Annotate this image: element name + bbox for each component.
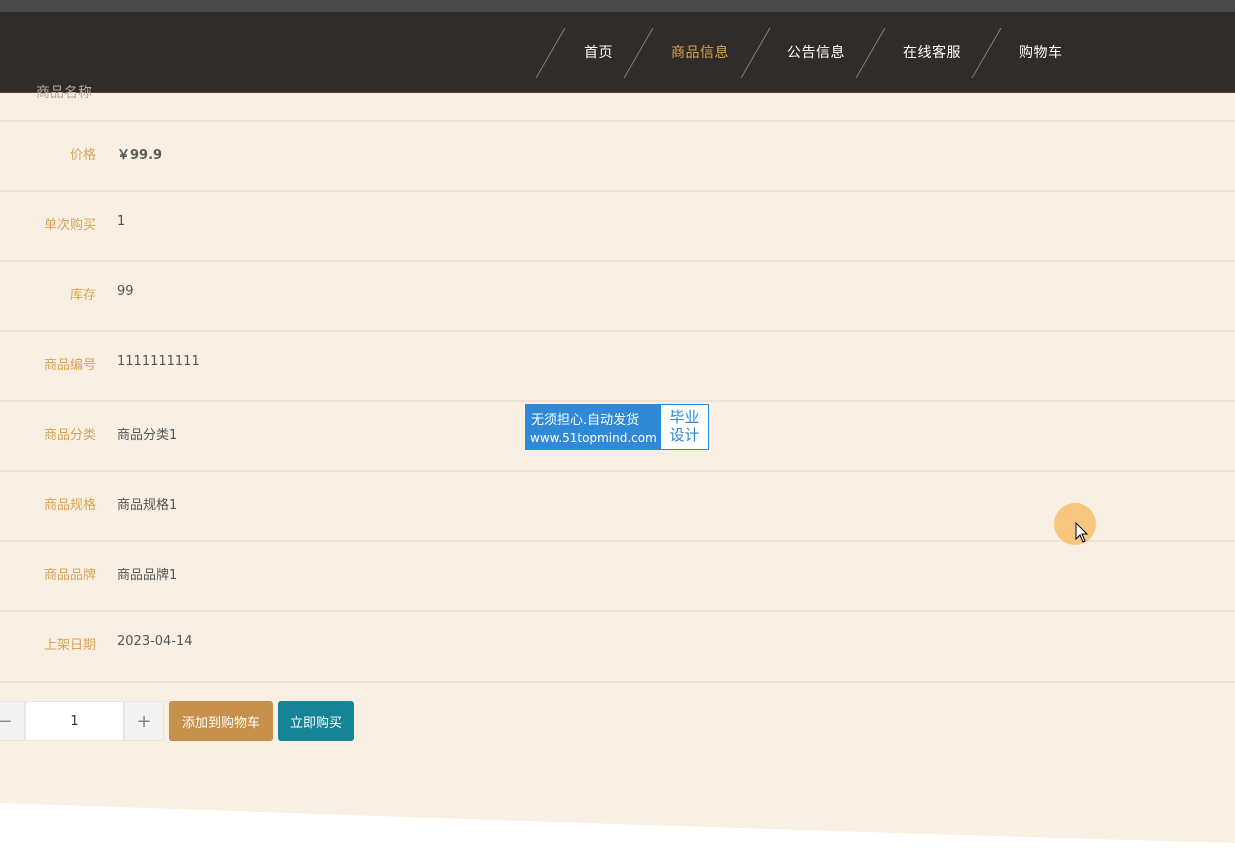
- watermark-badge: 无须担心.自动发货 www.51topmind.com 毕业 设计: [525, 404, 709, 450]
- field-row-price: 价格 ￥99.9: [0, 120, 1235, 190]
- field-value: 1111111111: [117, 354, 200, 369]
- field-label: 库存: [69, 288, 96, 303]
- add-to-cart-button[interactable]: 添加到购物车: [169, 701, 273, 741]
- watermark-url: www.51topmind.com: [530, 431, 657, 445]
- field-value: 商品分类1: [117, 428, 178, 443]
- watermark-tag: 毕业 设计: [661, 405, 708, 449]
- mouse-pointer-icon: [1075, 522, 1089, 543]
- nav-separator: [535, 28, 566, 78]
- field-row-spec: 商品规格 商品规格1: [0, 470, 1235, 540]
- top-strip: [0, 0, 1235, 12]
- nav-separator: [740, 28, 771, 78]
- price-value: ￥99.9: [117, 148, 163, 163]
- nav-item-cart[interactable]: 购物车: [1019, 42, 1063, 62]
- field-label: 商品编号: [43, 358, 96, 373]
- field-label: 商品品牌: [43, 568, 96, 583]
- field-label: 价格: [69, 148, 96, 163]
- field-row-product-id: 商品编号 1111111111: [0, 330, 1235, 400]
- watermark-slogan: 无须担心.自动发货: [531, 413, 640, 428]
- nav-item-home[interactable]: 首页: [584, 42, 613, 62]
- buy-now-button[interactable]: 立即购买: [278, 701, 354, 741]
- field-row-single-purchase: 单次购买 1: [0, 190, 1235, 260]
- field-row-brand: 商品品牌 商品品牌1: [0, 540, 1235, 610]
- watermark-tag-line1: 毕业: [669, 408, 700, 426]
- quantity-increase-button[interactable]: +: [124, 701, 164, 741]
- field-row-listing-date: 上架日期 2023-04-14: [0, 610, 1235, 680]
- nav-separator: [855, 28, 886, 78]
- quantity-decrease-button[interactable]: −: [0, 701, 25, 741]
- watermark-tag-line2: 设计: [669, 426, 700, 444]
- divider: [0, 681, 1235, 683]
- quantity-input[interactable]: [25, 701, 124, 741]
- field-row-stock: 库存 99: [0, 260, 1235, 330]
- field-value: 2023-04-14: [117, 634, 193, 649]
- field-value: 1: [117, 214, 126, 229]
- field-value: 商品规格1: [117, 498, 178, 513]
- nav-item-products[interactable]: 商品信息: [671, 42, 729, 62]
- field-label: 单次购买: [43, 218, 96, 233]
- navbar: 首页 商品信息 公告信息 在线客服 购物车: [0, 12, 1235, 93]
- nav-item-customer-service[interactable]: 在线客服: [903, 42, 961, 62]
- product-name-label: 商品名称: [36, 85, 92, 101]
- field-value: 商品品牌1: [117, 568, 178, 583]
- nav-separator: [623, 28, 654, 78]
- product-detail: 商品名称 价格 ￥99.9 单次购买 1 库存 99 商品编号 11111111…: [0, 85, 1235, 853]
- nav-item-announcements[interactable]: 公告信息: [787, 42, 845, 62]
- nav-separator: [971, 28, 1002, 78]
- watermark-text: 无须担心.自动发货 www.51topmind.com: [526, 405, 661, 449]
- field-value: 99: [117, 284, 134, 299]
- field-label: 商品分类: [43, 428, 96, 443]
- field-label: 上架日期: [43, 638, 96, 653]
- field-label: 商品规格: [43, 498, 96, 513]
- decorative-wave: [0, 803, 1235, 853]
